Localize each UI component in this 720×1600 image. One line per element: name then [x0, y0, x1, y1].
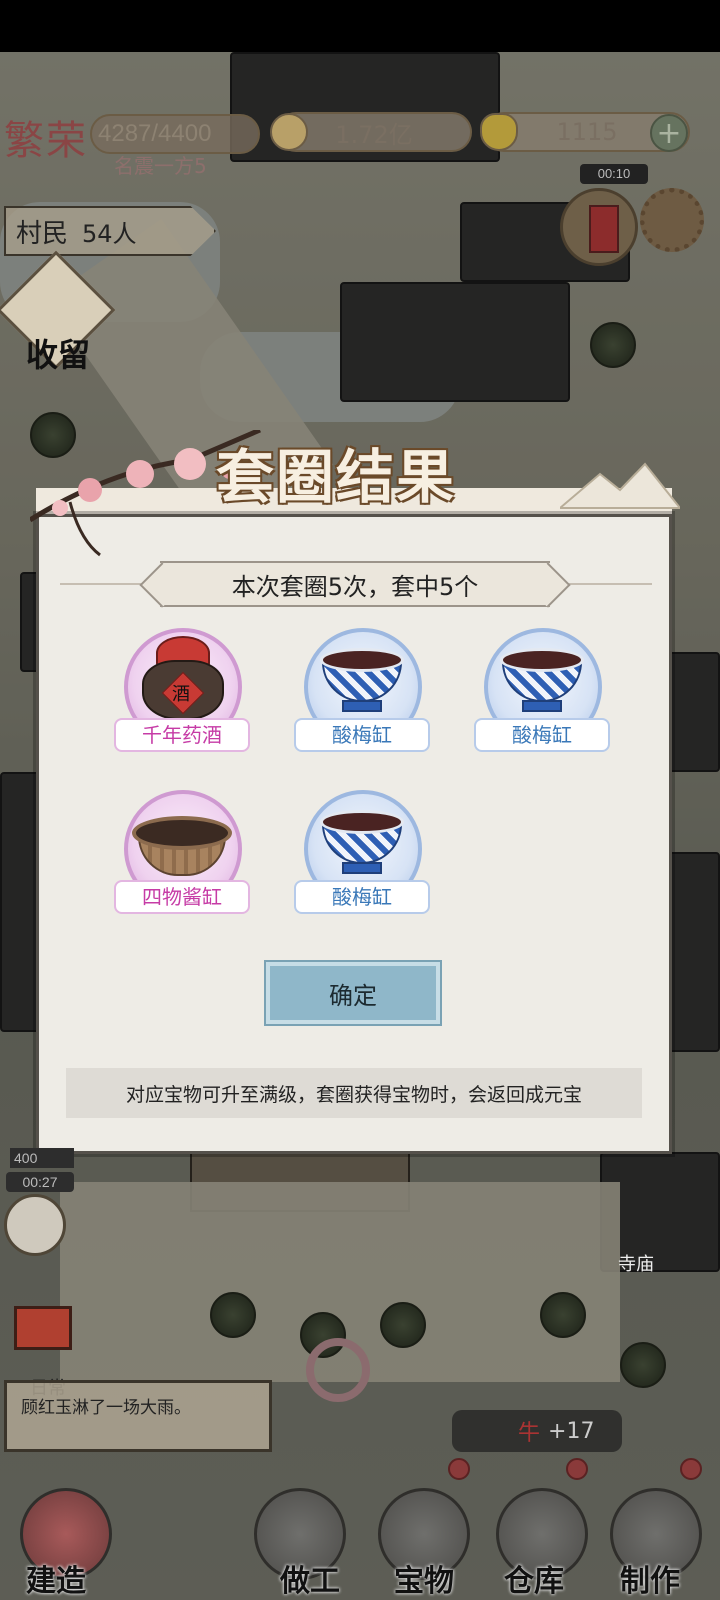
- nav-label-treasure[interactable]: 宝物: [394, 1556, 454, 1600]
- nav-label-craft[interactable]: 制作: [620, 1556, 680, 1600]
- reward-item[interactable]: 酸梅缸: [292, 790, 442, 926]
- jar-label-text: 酒: [172, 684, 190, 705]
- temple-sign[interactable]: 寺庙: [618, 1250, 654, 1276]
- settings-gear-icon[interactable]: [640, 188, 704, 252]
- blue-white-bowl-icon: [292, 790, 432, 890]
- event-log[interactable]: 顾红玉淋了一场大雨。: [4, 1380, 272, 1452]
- prosperity-rank-title: 名震一方5: [114, 154, 207, 178]
- event-scroll-icon[interactable]: [560, 188, 638, 266]
- item-name: 酸梅缸: [474, 718, 610, 752]
- mountain-decoration-icon: [560, 462, 680, 509]
- gold-ingot-icon: [480, 113, 518, 151]
- item-name: 酸梅缸: [294, 880, 430, 914]
- npc-value-badge: 400: [10, 1148, 74, 1168]
- nav-label-warehouse[interactable]: 仓库: [504, 1556, 564, 1600]
- shelter-label[interactable]: 收留: [26, 330, 90, 376]
- notification-dot: [566, 1458, 588, 1480]
- villagers-panel[interactable]: 村民 54人: [4, 206, 216, 256]
- reward-item[interactable]: 四物酱缸: [112, 790, 262, 926]
- nav-label-build[interactable]: 建造: [26, 1556, 86, 1600]
- medicine-wine-jar-icon: 酒: [112, 628, 252, 728]
- sauce-pot-icon: [112, 790, 252, 890]
- villagers-count: 54人: [82, 219, 137, 248]
- ox-resource-bubble[interactable]: 牛 +17: [452, 1410, 622, 1452]
- reward-item[interactable]: 酸梅缸: [472, 628, 622, 764]
- ox-name: 牛: [518, 1421, 541, 1446]
- ring-toss-icon[interactable]: [306, 1338, 370, 1402]
- npc-avatar[interactable]: [4, 1194, 66, 1256]
- confirm-button[interactable]: 确定: [266, 962, 440, 1024]
- notification-dot: [448, 1458, 470, 1480]
- dialog-title: 套圈结果: [216, 443, 457, 511]
- reward-item[interactable]: 酒 千年药酒: [112, 628, 262, 764]
- reward-item[interactable]: 酸梅缸: [292, 628, 442, 764]
- add-ingots-button[interactable]: +: [650, 114, 688, 152]
- villagers-label: 村民: [16, 218, 69, 249]
- nav-label-work[interactable]: 做工: [280, 1556, 340, 1600]
- event-timer: 00:10: [580, 164, 648, 184]
- item-name: 千年药酒: [114, 718, 250, 752]
- blue-white-bowl-icon: [292, 628, 432, 728]
- item-name: 四物酱缸: [114, 880, 250, 914]
- event-log-text: 顾红玉淋了一场大雨。: [21, 1398, 191, 1418]
- treasure-note: 对应宝物可升至满级，套圈获得宝物时，会返回成元宝: [66, 1068, 642, 1118]
- daily-shop-icon[interactable]: [14, 1306, 72, 1350]
- prosperity-value[interactable]: 4287/4400: [90, 114, 260, 154]
- copper-coin-icon: [270, 113, 308, 151]
- prosperity-logo: 繁荣: [4, 118, 88, 164]
- toss-summary: 本次套圈5次，套中5个: [160, 561, 550, 607]
- item-name: 酸梅缸: [294, 718, 430, 752]
- npc-timer: 00:27: [6, 1172, 74, 1192]
- blue-white-bowl-icon: [472, 628, 612, 728]
- ox-gain: +17: [548, 1418, 595, 1444]
- notification-dot: [680, 1458, 702, 1480]
